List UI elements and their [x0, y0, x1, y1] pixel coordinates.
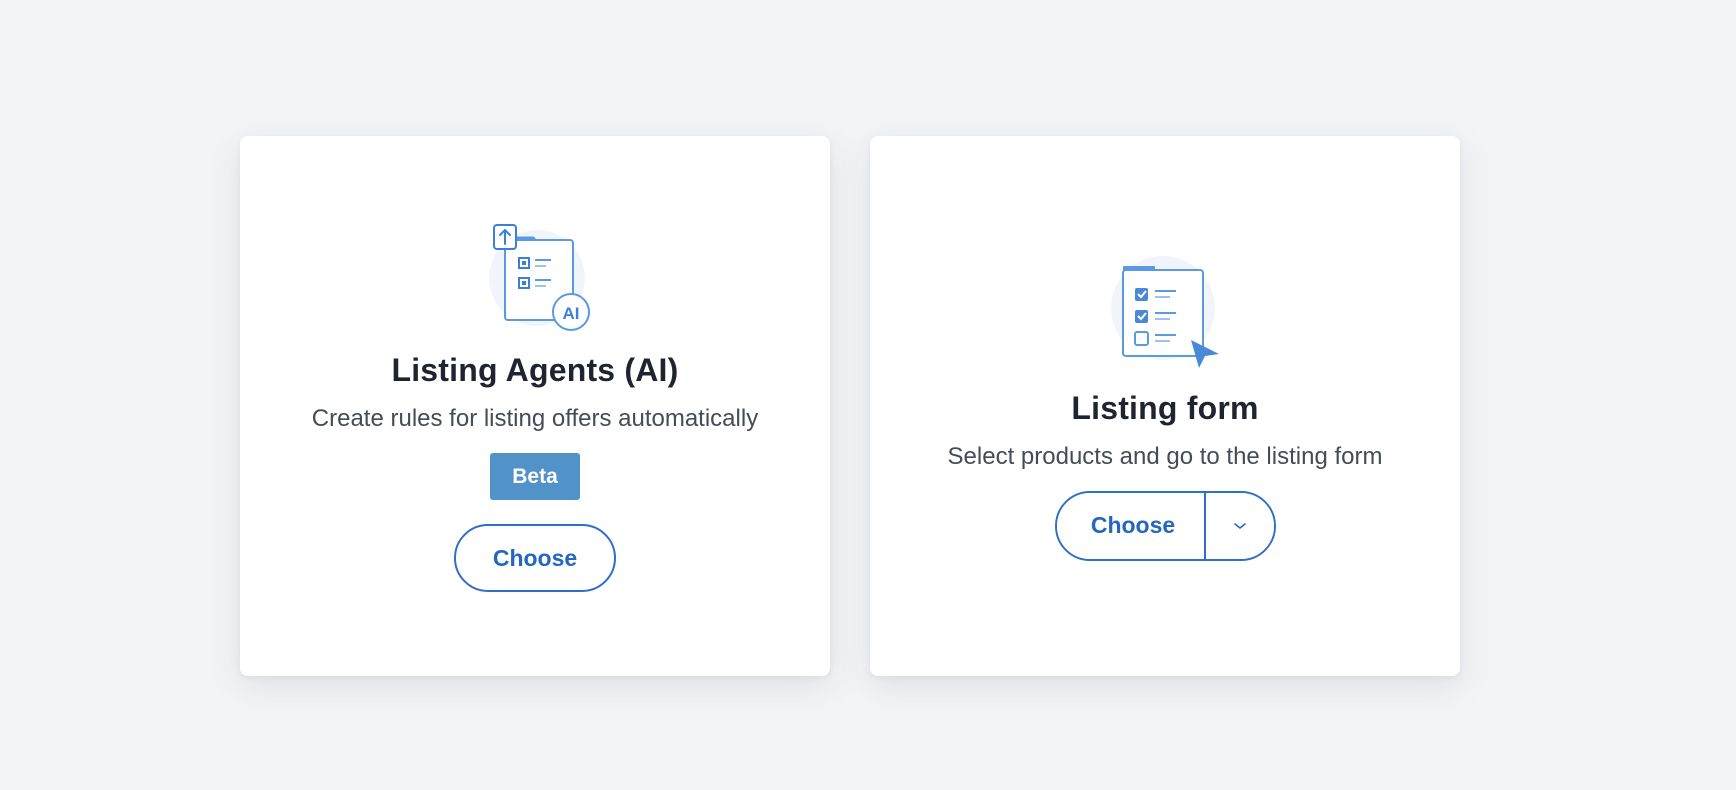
chevron-down-icon	[1233, 522, 1246, 529]
listing-form-checklist-icon	[1111, 255, 1219, 368]
choose-button[interactable]: Choose	[453, 524, 617, 592]
ai-agent-checklist-icon: AI	[489, 224, 590, 331]
listing-form-card: Listing form Select products and go to t…	[870, 136, 1460, 676]
beta-badge: Beta	[490, 453, 580, 500]
card-description: Select products and go to the listing fo…	[947, 442, 1383, 470]
listing-agents-card: AI Listing Agents (AI) Create rules for …	[240, 136, 830, 676]
dropdown-toggle-button[interactable]	[1205, 492, 1274, 559]
ai-badge-text: AI	[563, 304, 580, 323]
card-title: Listing form	[1071, 389, 1259, 426]
choose-button[interactable]: Choose	[1056, 492, 1206, 559]
choose-split-button: Choose	[1054, 490, 1276, 561]
card-title: Listing Agents (AI)	[391, 352, 679, 388]
card-description: Create rules for listing offers automati…	[311, 405, 759, 432]
page: AI Listing Agents (AI) Create rules for …	[0, 0, 1736, 790]
